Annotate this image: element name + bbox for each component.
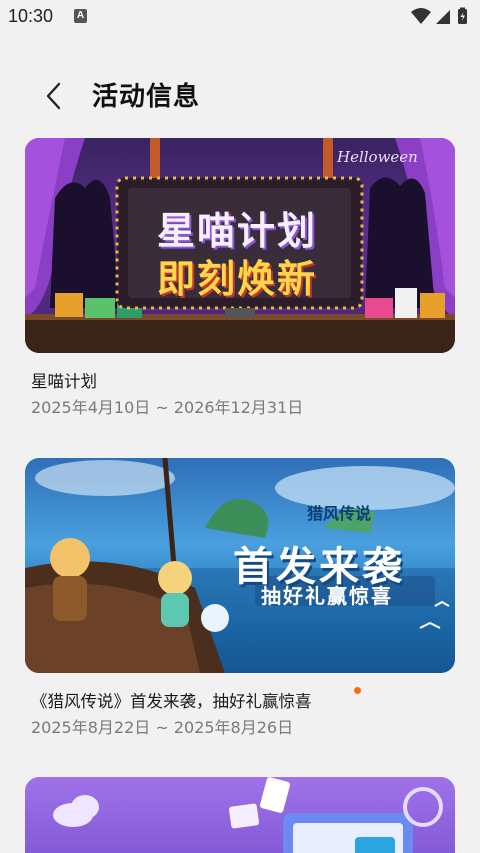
banner-subheadline: 即刻焕新 bbox=[157, 257, 318, 301]
activity-date: 2025年8月22日 ~ 2025年8月26日 bbox=[31, 718, 294, 737]
new-indicator-dot bbox=[354, 687, 361, 694]
header: 活动信息 bbox=[0, 70, 480, 120]
status-icons bbox=[410, 6, 472, 26]
activity-banner[interactable] bbox=[25, 777, 455, 853]
banner-illustration bbox=[53, 777, 443, 853]
activity-card[interactable]: Helloween 星喵计划 即刻焕新 星喵计划 2025年4月10日 ~ 20… bbox=[25, 138, 455, 417]
page-title: 活动信息 bbox=[92, 82, 201, 112]
chevron-left-icon bbox=[46, 82, 61, 110]
game-logo: 猎风传说 bbox=[307, 504, 372, 523]
notification-a-icon: A bbox=[74, 9, 87, 23]
banner-tag: Helloween bbox=[337, 148, 418, 166]
activity-banner[interactable]: 猎风传说 首发来袭 抽好礼赢惊喜 bbox=[25, 458, 455, 673]
battery-icon bbox=[458, 7, 467, 24]
activity-card[interactable]: 猎风传说 首发来袭 抽好礼赢惊喜 《猎风传说》首发来袭，抽好礼赢惊喜 2025年… bbox=[25, 458, 455, 737]
back-button[interactable] bbox=[36, 74, 72, 118]
activity-title: 《猎风传说》首发来袭，抽好礼赢惊喜 bbox=[31, 692, 312, 711]
status-bar: 10:30 A bbox=[0, 0, 480, 36]
activity-card[interactable] bbox=[25, 777, 455, 853]
status-time: 10:30 bbox=[8, 6, 54, 26]
banner-subheadline: 抽好礼赢惊喜 bbox=[261, 584, 393, 608]
signal-icon bbox=[436, 10, 450, 24]
activity-banner[interactable]: Helloween 星喵计划 即刻焕新 bbox=[25, 138, 455, 353]
wifi-icon bbox=[411, 8, 431, 24]
activity-date: 2025年4月10日 ~ 2026年12月31日 bbox=[31, 398, 304, 417]
banner-headline: 星喵计划 bbox=[157, 209, 318, 253]
activity-title: 星喵计划 bbox=[31, 372, 97, 391]
